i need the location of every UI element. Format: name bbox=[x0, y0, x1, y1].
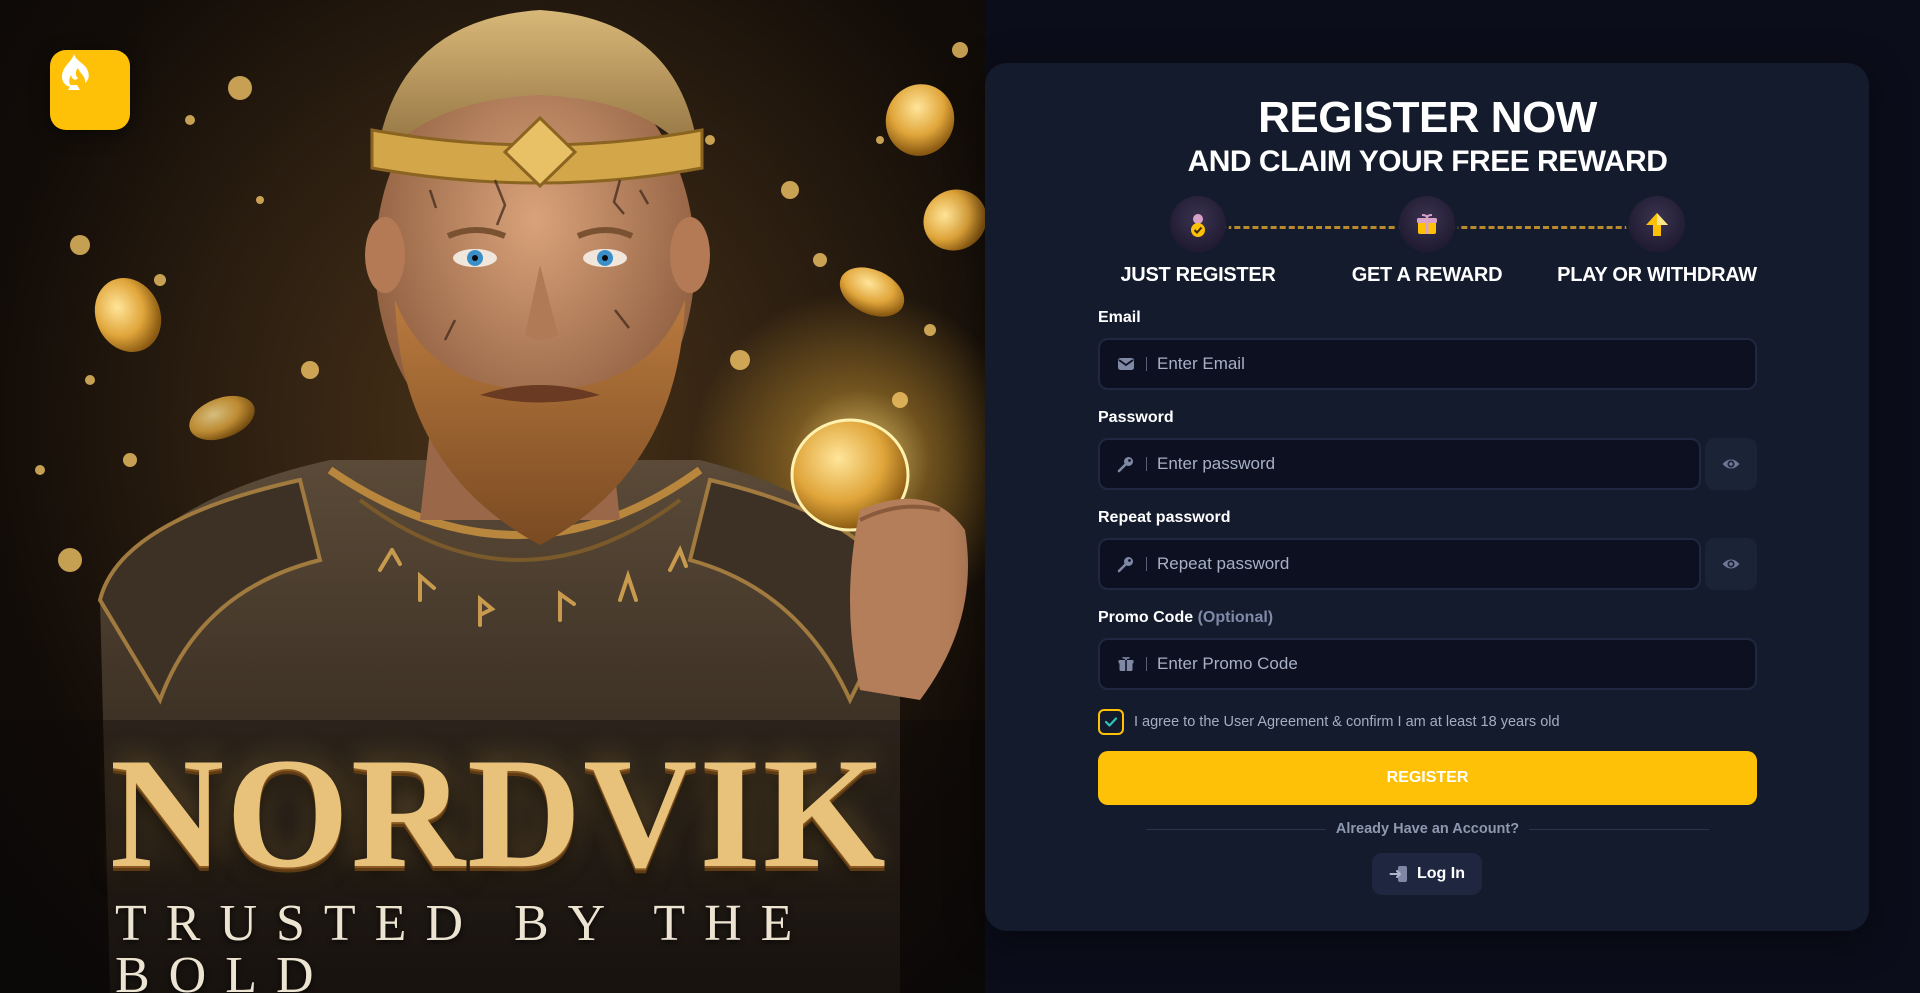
brand-logo[interactable] bbox=[50, 50, 130, 130]
user-check-icon bbox=[1170, 196, 1226, 252]
agreement-checkbox[interactable] bbox=[1098, 709, 1124, 735]
hero-title: NORDVIK bbox=[110, 726, 888, 901]
register-subtitle: AND CLAIM YOUR FREE REWARD bbox=[1187, 145, 1668, 178]
arrow-up-icon bbox=[1629, 196, 1685, 252]
optional-tag: (Optional) bbox=[1197, 609, 1274, 626]
hero-tagline: TRUSTED BY THE BOLD bbox=[115, 895, 812, 993]
step-get-reward: GET A REWARD bbox=[1327, 196, 1527, 287]
eye-icon bbox=[1722, 559, 1740, 569]
password-visibility-toggle[interactable] bbox=[1705, 438, 1757, 490]
step-play-withdraw: PLAY OR WITHDRAW bbox=[1557, 196, 1757, 287]
step-just-register: JUST REGISTER bbox=[1098, 196, 1298, 287]
promo-code-label-text: Promo Code bbox=[1098, 609, 1194, 626]
email-label: Email bbox=[1098, 309, 1141, 326]
register-title: REGISTER NOW bbox=[1258, 93, 1597, 142]
password-label: Password bbox=[1098, 409, 1174, 426]
envelope-icon bbox=[1116, 354, 1136, 374]
check-icon bbox=[1104, 717, 1118, 727]
agreement-row: I agree to the User Agreement & confirm … bbox=[1098, 707, 1560, 737]
key-icon bbox=[1116, 454, 1136, 474]
login-button-label: Log In bbox=[1417, 865, 1465, 882]
register-panel: REGISTER NOW AND CLAIM YOUR FREE REWARD … bbox=[985, 63, 1869, 931]
promo-code-label: Promo Code (Optional) bbox=[1098, 609, 1273, 627]
key-icon bbox=[1116, 554, 1136, 574]
input-divider bbox=[1146, 557, 1147, 571]
repeat-password-field-wrapper bbox=[1098, 538, 1701, 590]
gift-icon bbox=[1116, 654, 1136, 674]
gift-icon bbox=[1399, 196, 1455, 252]
email-field-wrapper bbox=[1098, 338, 1757, 390]
already-have-account: Already Have an Account? bbox=[1098, 819, 1757, 839]
input-divider bbox=[1146, 457, 1147, 471]
promo-code-field-wrapper bbox=[1098, 638, 1757, 690]
login-button[interactable]: Log In bbox=[1372, 853, 1482, 895]
steps-progress: JUST REGISTER GET A REWARD PLAY OR WITHD… bbox=[1098, 196, 1757, 286]
input-divider bbox=[1146, 357, 1147, 371]
hero-banner: NORDVIK TRUSTED BY THE BOLD bbox=[0, 0, 985, 993]
password-input[interactable] bbox=[1157, 454, 1699, 474]
input-divider bbox=[1146, 657, 1147, 671]
register-button[interactable]: REGISTER bbox=[1098, 751, 1757, 805]
divider-line bbox=[1145, 828, 1326, 830]
repeat-password-visibility-toggle[interactable] bbox=[1705, 538, 1757, 590]
promo-code-input[interactable] bbox=[1157, 654, 1755, 674]
divider-line bbox=[1529, 828, 1710, 830]
step-label: PLAY OR WITHDRAW bbox=[1557, 264, 1757, 286]
step-label: JUST REGISTER bbox=[1120, 264, 1276, 286]
already-have-account-text: Already Have an Account? bbox=[1335, 821, 1520, 837]
email-input[interactable] bbox=[1157, 354, 1755, 374]
spade-flame-icon bbox=[62, 54, 89, 90]
password-field-wrapper bbox=[1098, 438, 1701, 490]
step-label: GET A REWARD bbox=[1351, 264, 1503, 286]
repeat-password-label: Repeat password bbox=[1098, 509, 1231, 526]
agreement-text: I agree to the User Agreement & confirm … bbox=[1134, 714, 1560, 730]
repeat-password-input[interactable] bbox=[1157, 554, 1699, 574]
eye-icon bbox=[1722, 459, 1740, 469]
login-icon bbox=[1389, 866, 1407, 882]
